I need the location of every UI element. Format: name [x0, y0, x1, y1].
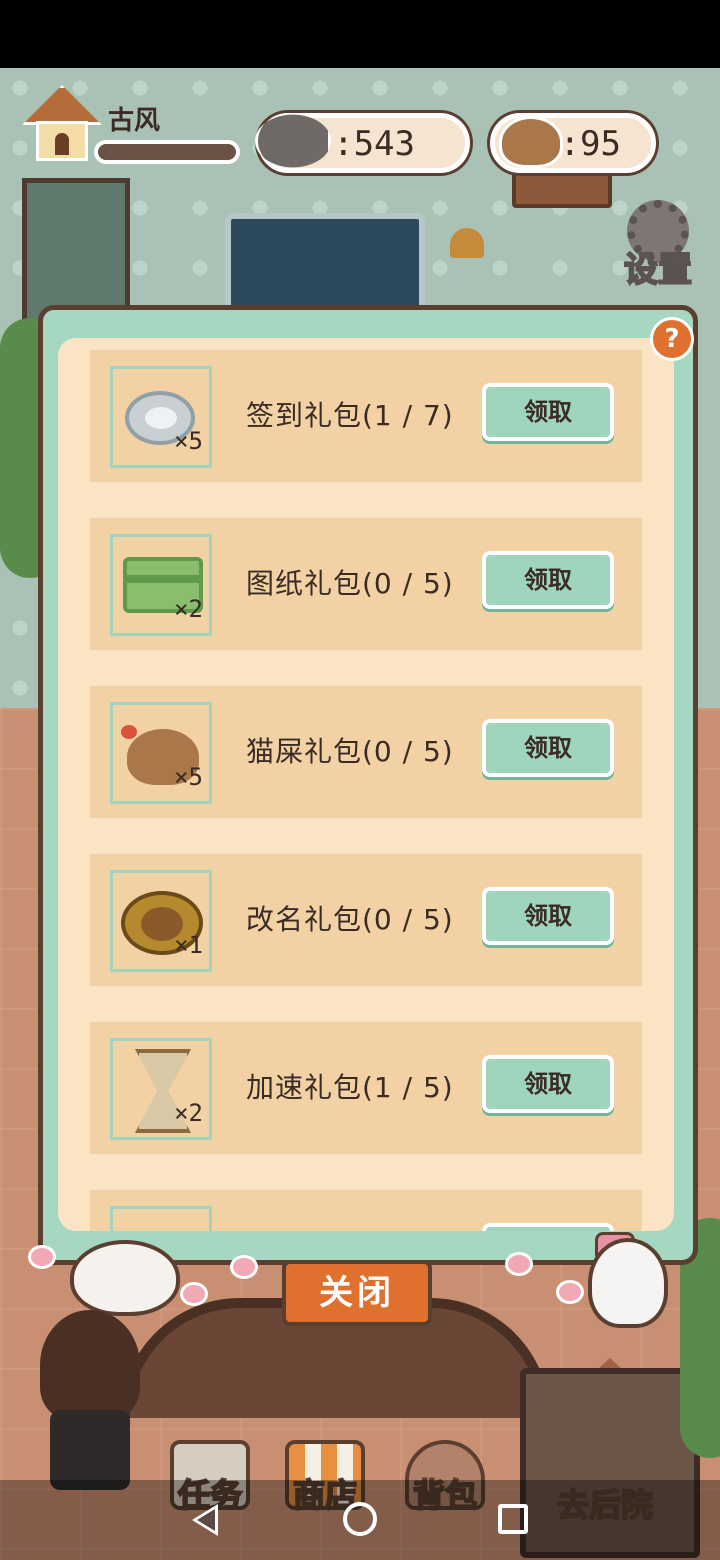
cat-mascot [70, 1240, 180, 1316]
claim-button[interactable]: 领取 [482, 1055, 614, 1113]
love-bottle-icon[interactable] [588, 1238, 668, 1328]
cat-poop-icon [499, 116, 563, 168]
paw-print-icon [556, 1280, 584, 1304]
gift-item-slot: ×5 [110, 366, 212, 468]
house-door [55, 133, 69, 155]
gift-item-slot: ×2 [110, 1038, 212, 1140]
status-bar [0, 0, 720, 68]
experience-bar [94, 140, 240, 164]
gift-quantity: ×2 [174, 595, 203, 623]
player-name: 古风 [108, 106, 161, 136]
gift-quantity: ×5 [174, 427, 203, 455]
gift-quantity: ×2 [174, 1099, 203, 1127]
gift-title: 图纸礼包(0 / 5) [246, 567, 454, 600]
gift-title: 签到礼包(1 / 7) [246, 399, 454, 432]
gift-row-rename: ×1 改名礼包(0 / 5) 领取 [90, 854, 642, 986]
claim-button[interactable] [482, 1223, 614, 1231]
claim-button[interactable]: 领取 [482, 887, 614, 945]
fish-count: :543 [333, 124, 415, 164]
settings-button[interactable]: 设置 [615, 200, 701, 300]
gift-title: 改名礼包(0 / 5) [246, 903, 454, 936]
recents-icon[interactable] [498, 1504, 528, 1534]
claim-button[interactable]: 领取 [482, 719, 614, 777]
gift-title: 猫屎礼包(0 / 5) [246, 735, 454, 768]
gift-item-slot [110, 1206, 212, 1231]
gift-item-slot: ×2 [110, 534, 212, 636]
gift-row-checkin: ×5 签到礼包(1 / 7) 领取 [90, 350, 642, 482]
poop-count: :95 [559, 124, 621, 164]
paw-print-icon [230, 1255, 258, 1279]
house-roof [22, 85, 102, 125]
gift-row-blueprint: ×2 图纸礼包(0 / 5) 领取 [90, 518, 642, 650]
help-icon[interactable]: ? [650, 317, 694, 361]
fish-currency: :543 [255, 113, 470, 173]
character-dress [50, 1410, 130, 1490]
home-icon[interactable] [343, 1502, 377, 1536]
heart-icon [121, 725, 137, 739]
gift-row-speedup: ×2 加速礼包(1 / 5) 领取 [90, 1022, 642, 1154]
wall-picture [512, 168, 612, 208]
character-hair [40, 1310, 140, 1420]
poop-currency: :95 [490, 113, 656, 173]
gift-title: 加速礼包(1 / 5) [246, 1071, 454, 1104]
gift-row-poop: ×5 猫屎礼包(0 / 5) 领取 [90, 686, 642, 818]
gift-row-partial [90, 1190, 642, 1231]
close-button[interactable]: 关闭 [282, 1260, 432, 1326]
gift-quantity: ×1 [174, 931, 203, 959]
paw-print-icon [28, 1245, 56, 1269]
paw-print-icon [180, 1282, 208, 1306]
claim-button[interactable]: 领取 [482, 551, 614, 609]
bell-icon [450, 228, 484, 258]
paw-print-icon [505, 1252, 533, 1276]
gift-quantity: ×5 [174, 763, 203, 791]
claim-button[interactable]: 领取 [482, 383, 614, 441]
home-level-icon[interactable] [22, 85, 102, 165]
gift-item-slot: ×1 [110, 870, 212, 972]
back-icon[interactable] [192, 1504, 218, 1536]
system-nav-bar [0, 1480, 720, 1560]
gift-list[interactable]: ×5 签到礼包(1 / 7) 领取 ×2 图纸礼包(0 / 5) 领取 ×5 猫… [58, 338, 674, 1231]
gift-item-slot: ×5 [110, 702, 212, 804]
settings-label: 设置 [623, 249, 693, 291]
